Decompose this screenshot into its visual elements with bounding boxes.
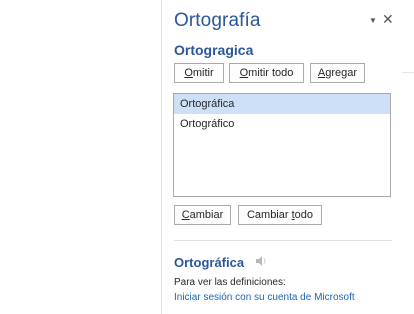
change-all-button[interactable]: Cambiar t odo	[238, 205, 322, 225]
suggestion-item[interactable]: Ortográfica	[174, 94, 390, 114]
signin-link[interactable]: Iniciar sesión con su cuenta de Microsof…	[174, 292, 355, 303]
change-button-label: ambiar	[189, 209, 224, 221]
ignore-all-button-label: mitir todo	[248, 67, 294, 79]
suggestions-list[interactable]: Ortográfica Ortográfico	[173, 93, 391, 197]
change-all-button-label-end: odo	[294, 209, 314, 221]
add-button-label: gregar	[325, 67, 358, 79]
ignore-all-button[interactable]: Omitir todo	[229, 63, 304, 83]
ignore-all-button-accel: O	[239, 67, 249, 79]
pane-title: Ortografía	[174, 10, 261, 31]
misspelled-word: Ortogragica	[174, 42, 254, 58]
change-button[interactable]: Cambiar	[174, 205, 231, 225]
change-button-accel: C	[181, 209, 190, 221]
spelling-task-pane: Ortografía ▼ ✕ Ortogragica Omitir Omitir…	[162, 0, 414, 314]
ignore-button-label: mitir	[192, 67, 214, 79]
ignore-button-accel: O	[184, 67, 193, 79]
definition-prompt: Para ver las definiciones:	[174, 277, 286, 288]
ignore-button[interactable]: Omitir	[174, 63, 224, 83]
section-divider	[174, 240, 392, 241]
dictionary-word: Ortográfica	[174, 255, 245, 270]
close-icon[interactable]: ✕	[382, 11, 394, 28]
suggestion-item[interactable]: Ortográfico	[174, 114, 390, 134]
speaker-icon[interactable]	[254, 254, 268, 268]
add-button-accel: A	[317, 67, 326, 79]
change-all-button-label-start: Cambiar	[246, 209, 292, 221]
add-button[interactable]: Agregar	[310, 63, 365, 83]
triangle-down-icon[interactable]: ▼	[369, 16, 377, 25]
